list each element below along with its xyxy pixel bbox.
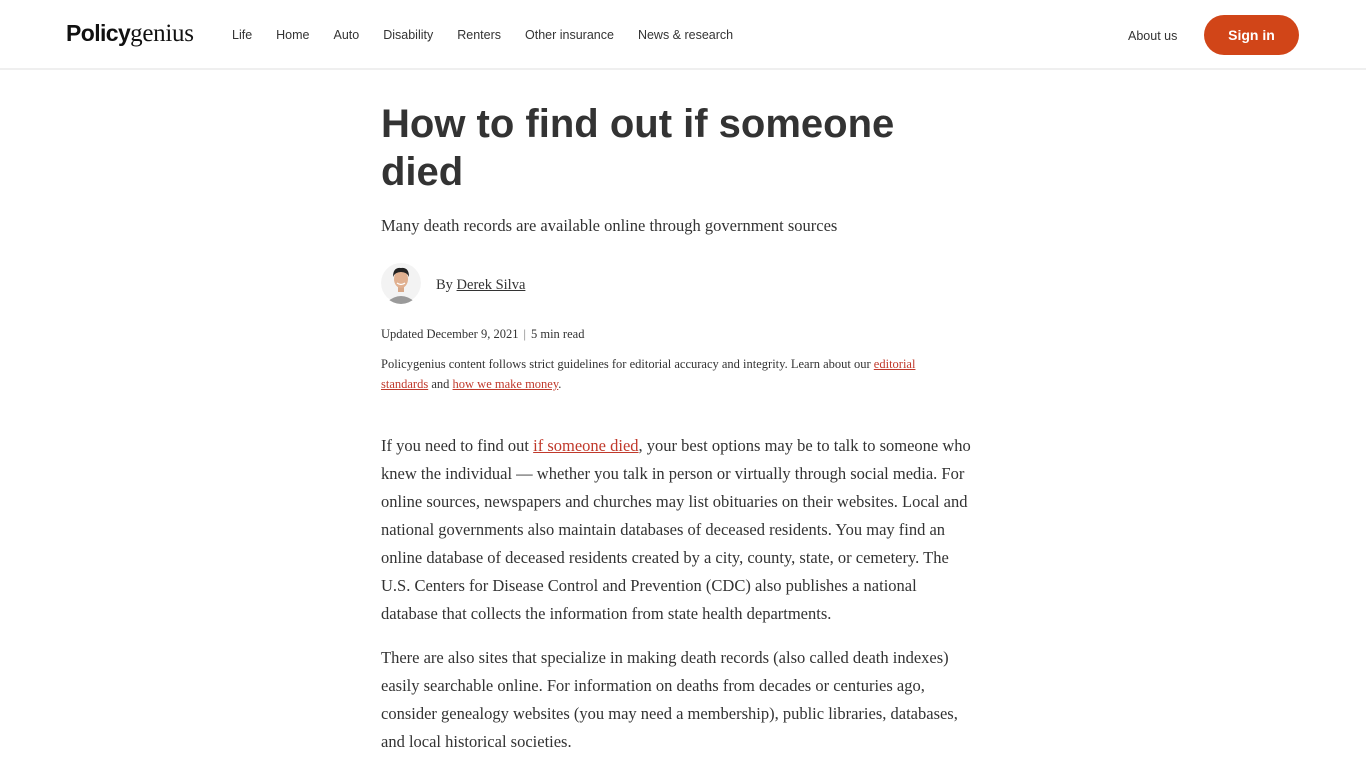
nav-item-life[interactable]: Life (232, 28, 252, 42)
byline-prefix: By (436, 276, 453, 293)
editorial-disclaimer: Policygenius content follows strict guid… (381, 354, 961, 394)
disclaimer-period: . (558, 377, 562, 391)
nav-item-other-insurance[interactable]: Other insurance (525, 28, 614, 42)
meta-separator: | (523, 327, 526, 341)
read-time: 5 min read (530, 327, 585, 341)
how-we-make-money-link[interactable]: how we make money (453, 377, 559, 391)
article-title: How to find out if someone died (381, 102, 895, 194)
byline-text: By Derek Silva (436, 277, 525, 294)
nav-item-news-research[interactable]: News & research (638, 28, 733, 42)
paragraph-1: If you need to find out if someone died,… (381, 432, 976, 628)
logo-light-text: genius (130, 20, 194, 47)
paragraph-1-rest: , your best options may be to talk to so… (381, 436, 971, 623)
site-header: Policygenius Life Home Auto Disability R… (0, 0, 1366, 70)
logo-bold-text: Policy (66, 20, 131, 46)
nav-item-renters[interactable]: Renters (457, 28, 501, 42)
paragraph-1-start: If you need to find out (381, 436, 534, 455)
paragraph-2: There are also sites that specialize in … (381, 648, 958, 751)
article-meta: Updated December 9, 2021 | 5 min read (381, 327, 584, 342)
about-us-link[interactable]: About us (1128, 29, 1177, 43)
article-body: If you need to find out if someone died,… (381, 432, 976, 768)
author-avatar-icon[interactable] (381, 262, 421, 304)
policygenius-logo[interactable]: Policygenius (66, 20, 194, 50)
disclaimer-and: and (428, 377, 453, 391)
sign-in-button[interactable]: Sign in (1204, 15, 1299, 55)
disclaimer-text: Policygenius content follows strict guid… (381, 357, 874, 371)
article: How to find out if someone died Many dea… (381, 100, 981, 751)
nav-item-auto[interactable]: Auto (334, 28, 360, 42)
byline: By Derek Silva (381, 262, 525, 304)
article-subtitle: Many death records are available online … (381, 216, 838, 235)
updated-date: December 9, 2021 (426, 327, 519, 341)
nav-item-home[interactable]: Home (276, 28, 309, 42)
nav-item-disability[interactable]: Disability (383, 28, 433, 42)
if-someone-died-link[interactable]: if someone died (533, 436, 638, 455)
author-link[interactable]: Derek Silva (457, 277, 526, 293)
main-nav: Life Home Auto Disability Renters Other … (232, 28, 757, 42)
updated-label: Updated (381, 327, 424, 341)
